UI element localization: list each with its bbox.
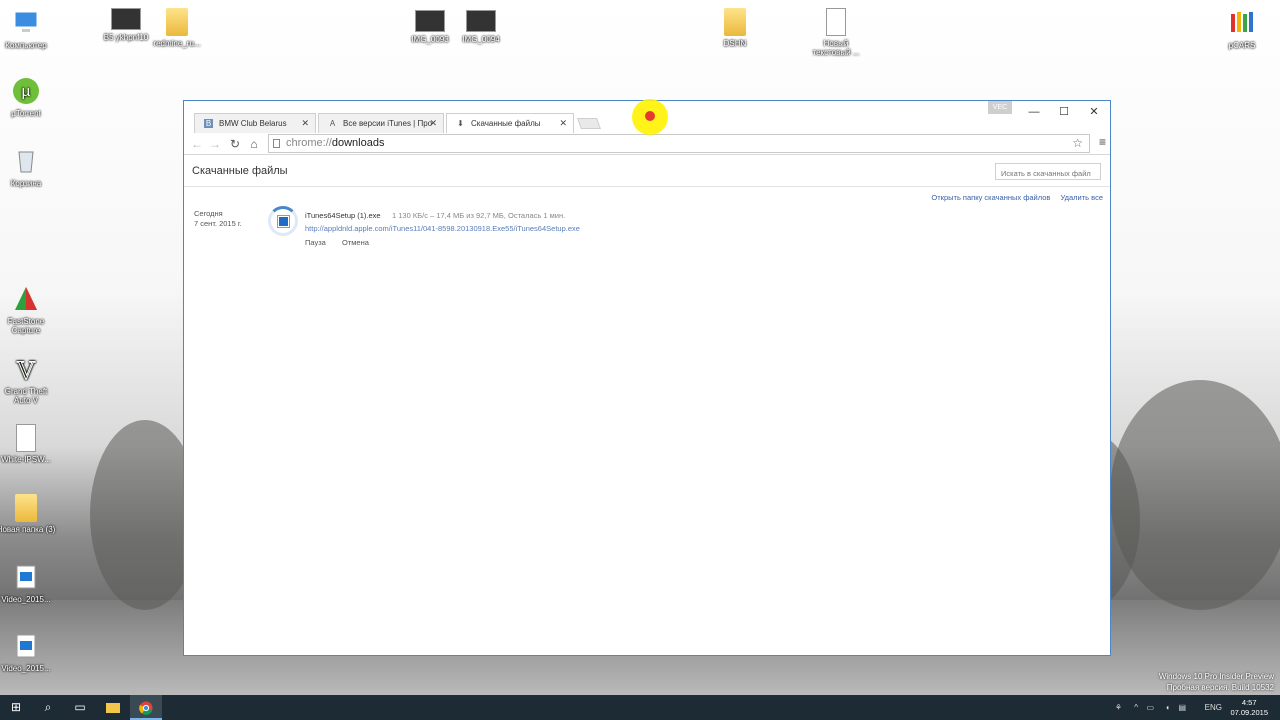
desktop-icon-img0094[interactable]: IMG_0094 [451, 10, 511, 44]
taskbar: ⊞ ⌕ ▭ ⚘ ^ ▭ ◖ ▤ ENG 4:57 07.09.2015 [0, 695, 1280, 720]
bookmark-star-icon[interactable]: ☆ [1072, 135, 1083, 152]
tab-downloads[interactable]: ⬇ Скачанные файлы ✕ [446, 113, 574, 133]
tray-app-icon[interactable]: ⚘ [1115, 695, 1122, 720]
forward-icon[interactable]: → [206, 135, 224, 153]
search-input[interactable] [995, 163, 1101, 180]
url-scheme: chrome:// [286, 137, 332, 149]
action-center-icon[interactable]: ▤ [1178, 695, 1186, 720]
image-thumb-icon [111, 8, 141, 30]
task-view-icon[interactable]: ▭ [64, 695, 96, 720]
tab-bmw-club[interactable]: B BMW Club Belarus ✕ [194, 113, 316, 133]
text-document-icon [826, 8, 846, 36]
new-tab-button[interactable] [576, 118, 602, 129]
browser-toolbar: ← → ↻ ⌂ chrome://downloads ☆ ≡ [184, 133, 1110, 155]
download-icon: ⬇ [457, 119, 464, 128]
show-hidden-icons[interactable]: ^ [1134, 695, 1138, 720]
recycle-bin-icon [11, 146, 41, 176]
clear-all-link[interactable]: Удалить все [1060, 193, 1103, 202]
faststone-icon [11, 284, 41, 314]
desktop-icon-utorrent[interactable]: µ µTorrent [0, 76, 56, 118]
search-icon[interactable]: ⌕ [32, 695, 64, 720]
url-path: downloads [331, 137, 385, 149]
page-title: Скачанные файлы [192, 165, 288, 177]
network-icon[interactable]: ▭ [1146, 695, 1154, 720]
download-filename[interactable]: iTunes64Setup (1).exe [305, 211, 381, 220]
download-url[interactable]: http://appldnld.apple.com/iTunes11/041-8… [305, 224, 580, 233]
svg-text:µ: µ [22, 83, 31, 100]
desktop-icon-gta-v[interactable]: V Grand Theft Auto V [0, 354, 56, 406]
tab-itunes-versions[interactable]: A Все версии iTunes | Про ✕ [318, 113, 444, 133]
folder-icon [15, 494, 37, 522]
gta-v-icon: V [11, 354, 41, 386]
svg-text:V: V [17, 356, 36, 384]
folder-icon [166, 8, 188, 36]
back-icon[interactable]: ← [188, 135, 206, 153]
desktop-icon-computer[interactable]: Компьютер [0, 8, 56, 50]
language-indicator[interactable]: ENG [1205, 695, 1222, 720]
computer-icon [11, 8, 41, 38]
maximize-icon[interactable]: ☐ [1052, 104, 1076, 120]
user-badge[interactable]: VEC [988, 101, 1012, 114]
tab-close-icon[interactable]: ✕ [429, 118, 437, 129]
start-icon[interactable]: ⊞ [0, 695, 32, 720]
file-explorer-icon[interactable] [97, 695, 129, 720]
desktop-icon-dshn[interactable]: DSHN [705, 8, 765, 48]
desktop-icon-new-folder[interactable]: Новая папка (3) [0, 494, 56, 534]
desktop-icon-recycle-bin[interactable]: Корзина [0, 146, 56, 188]
cancel-button[interactable]: Отмена [342, 238, 369, 247]
ipsw-file-icon [16, 424, 36, 452]
windows-watermark: Windows 10 Pro Insider Preview Пробная в… [1158, 672, 1274, 692]
minimize-icon[interactable]: — [1022, 104, 1046, 120]
taskbar-clock[interactable]: 4:57 07.09.2015 [1230, 698, 1268, 718]
download-progress-ring [268, 206, 298, 236]
video-file-icon [11, 631, 41, 661]
download-date: Сегодня 7 сент. 2015 г. [194, 209, 242, 228]
desktop-icon-redmine[interactable]: redmine_ru... [147, 8, 207, 48]
close-icon[interactable]: ✕ [1082, 104, 1106, 120]
download-status: 1 130 КБ/с – 17,4 МБ из 92,7 МБ, Осталас… [392, 211, 566, 220]
browser-window: B BMW Club Belarus ✕ A Все версии iTunes… [183, 100, 1111, 656]
vk-icon: B [204, 119, 213, 128]
desktop-icon-video-2[interactable]: Video_2015... [0, 631, 56, 673]
pause-button[interactable]: Пауза [305, 238, 326, 247]
utorrent-icon: µ [11, 76, 41, 106]
desktop-icon-video-1[interactable]: Video_2015... [0, 562, 56, 604]
cursor-click-indicator [645, 111, 655, 121]
exe-file-icon [277, 215, 290, 228]
desktop-icon-ipsw[interactable]: White-IPSW... [0, 424, 56, 464]
site-a-icon: A [329, 119, 336, 128]
home-icon[interactable]: ⌂ [245, 135, 263, 153]
desktop-icon-new-text[interactable]: Новый текстовый ... [806, 8, 866, 57]
image-thumb-icon [415, 10, 445, 32]
tab-close-icon[interactable]: ✕ [559, 118, 567, 129]
volume-icon[interactable]: ◖ [1165, 695, 1170, 720]
tab-close-icon[interactable]: ✕ [301, 118, 309, 129]
open-folder-link[interactable]: Открыть папку скачанных файлов [931, 193, 1050, 202]
video-file-icon [11, 562, 41, 592]
image-thumb-icon [466, 10, 496, 32]
page-icon [273, 139, 280, 148]
menu-icon[interactable]: ≡ [1099, 135, 1106, 149]
desktop-icon-faststone[interactable]: FastStone Capture [0, 284, 56, 335]
desktop-icon-pcars[interactable]: pCARS [1212, 8, 1272, 50]
folder-icon [724, 8, 746, 36]
chrome-taskbar-icon[interactable] [130, 695, 162, 720]
download-item: Сегодня 7 сент. 2015 г. iTunes64Setup (1… [194, 206, 1094, 259]
downloads-actions: Открыть папку скачанных файлов Удалить в… [923, 193, 1103, 202]
downloads-header: Скачанные файлы [184, 156, 1110, 187]
reload-icon[interactable]: ↻ [226, 135, 244, 153]
pcars-icon [1227, 8, 1257, 38]
address-bar[interactable]: chrome://downloads ☆ [268, 134, 1090, 153]
